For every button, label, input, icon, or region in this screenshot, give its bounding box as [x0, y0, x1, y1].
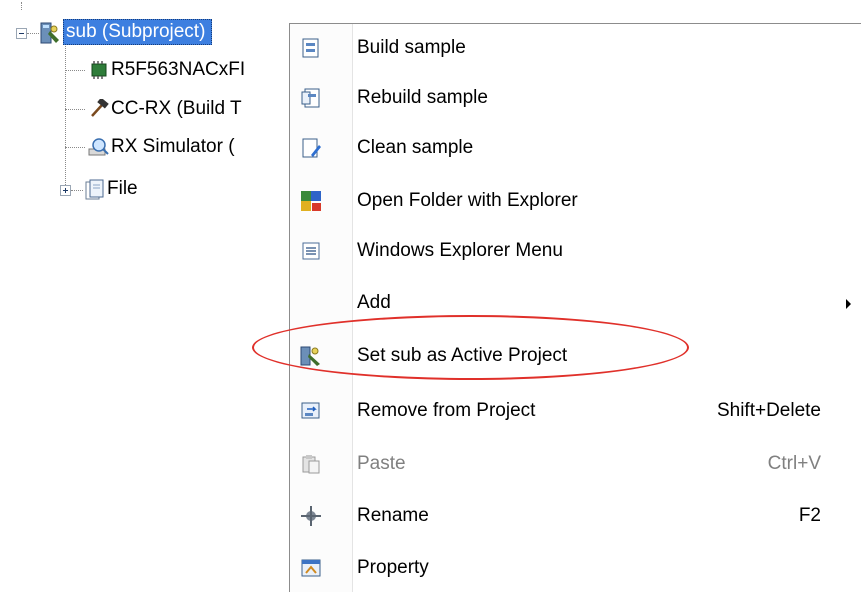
clean-icon [300, 137, 322, 159]
menu-item-label: Property [357, 557, 429, 578]
collapse-toggle[interactable] [16, 28, 27, 39]
menu-item-shortcut: Ctrl+V [767, 453, 821, 474]
menu-item-rebuild[interactable]: Rebuild sample [290, 76, 861, 122]
tree-connector [71, 190, 83, 191]
menu-item-label: Open Folder with Explorer [357, 190, 578, 211]
menu-item-label: Paste [357, 453, 406, 474]
paste-icon [300, 453, 322, 475]
explorer-menu-icon [300, 240, 322, 262]
menu-item-build[interactable]: Build sample [290, 26, 861, 72]
context-menu: Build sample Rebuild sample Clean sample… [289, 23, 861, 592]
tree-connector [65, 70, 85, 71]
subproject-icon [40, 22, 60, 44]
menu-item-label: Clean sample [357, 137, 474, 158]
tree-connector [65, 109, 85, 110]
submenu-arrow-icon [846, 299, 851, 309]
menu-item-paste[interactable]: Paste Ctrl+V [290, 442, 861, 488]
tree-node-label: sub (Subproject) [63, 19, 213, 45]
open-folder-icon [300, 190, 322, 212]
tree-connector [27, 33, 39, 34]
tree-node-label: R5F563NACxFI [111, 59, 246, 80]
remove-from-project-icon [300, 400, 322, 422]
menu-item-shortcut: Shift+Delete [716, 400, 821, 421]
menu-item-property[interactable]: Property [290, 546, 861, 592]
property-icon [300, 557, 322, 579]
menu-item-label: Rename [357, 505, 429, 526]
debug-tool-simulator-icon [88, 137, 109, 157]
menu-item-rename[interactable]: Rename F2 [290, 494, 861, 540]
tree-node-subproject[interactable]: sub (Subproject) [40, 19, 213, 45]
microcontroller-icon [88, 60, 108, 80]
menu-item-label: Add [357, 292, 391, 313]
rename-icon [300, 505, 322, 527]
tree-connector [65, 46, 66, 191]
tree-node-file[interactable]: File [84, 177, 138, 201]
menu-item-remove-from-project[interactable]: Remove from Project Shift+Delete [290, 389, 861, 435]
tree-node-label: RX Simulator ( [111, 136, 235, 157]
build-tool-hammer-icon [88, 97, 109, 119]
tree-connector [65, 147, 85, 148]
menu-item-clean[interactable]: Clean sample [290, 126, 861, 172]
tree-node-label: CC-RX (Build T [111, 98, 242, 119]
tree-node-microcontroller[interactable]: R5F563NACxFI [88, 58, 245, 82]
file-folder-icon [84, 179, 104, 200]
highlight-annotation-ellipse [252, 315, 689, 380]
build-icon [300, 37, 322, 59]
menu-item-label: Windows Explorer Menu [357, 240, 563, 261]
menu-item-explorer-menu[interactable]: Windows Explorer Menu [290, 229, 861, 275]
tree-node-debug-tool[interactable]: RX Simulator ( [88, 135, 235, 159]
tree-node-label: File [107, 178, 138, 199]
rebuild-icon [300, 87, 322, 109]
tree-node-build-tool[interactable]: CC-RX (Build T [88, 97, 242, 121]
menu-item-label: Remove from Project [357, 400, 536, 421]
menu-item-open-folder[interactable]: Open Folder with Explorer [290, 179, 861, 225]
menu-item-shortcut: F2 [798, 505, 821, 526]
expand-toggle[interactable] [60, 185, 71, 196]
menu-item-label: Build sample [357, 37, 466, 58]
tree-connector [21, 2, 22, 10]
menu-item-label: Rebuild sample [357, 87, 488, 108]
project-tree: sub (Subproject) R5F563NACxFI CC-RX (Bui… [0, 0, 300, 260]
